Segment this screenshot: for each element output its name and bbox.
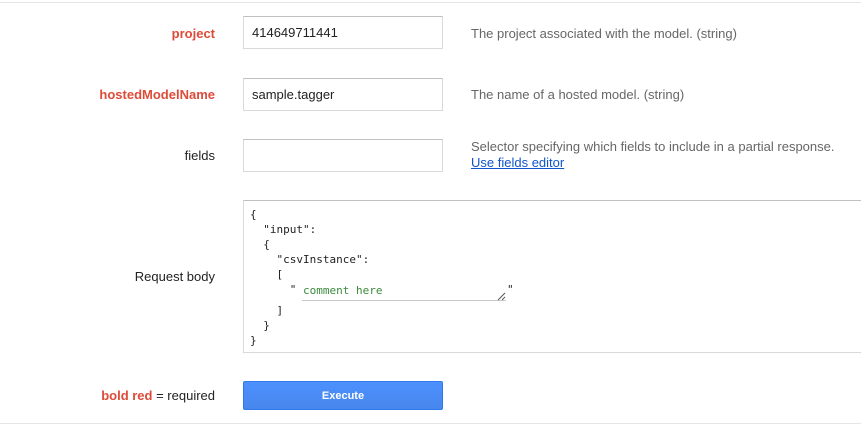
resize-grip-icon[interactable]	[496, 291, 506, 301]
fields-description-text: Selector specifying which fields to incl…	[471, 139, 835, 154]
project-description: The project associated with the model. (…	[471, 26, 737, 41]
use-fields-editor-link[interactable]: Use fields editor	[471, 155, 834, 171]
required-legend: bold red = required	[101, 388, 215, 403]
required-legend-text: = required	[152, 388, 215, 403]
fields-input[interactable]	[243, 139, 443, 172]
api-explorer-form: project The project associated with the …	[0, 0, 861, 425]
request-body-editor: { "input": { "csvInstance": [ " " ] } }	[243, 200, 861, 353]
hosted-model-name-input[interactable]	[243, 78, 443, 111]
code-line: "csvInstance":	[250, 253, 370, 266]
csv-instance-comment-input[interactable]	[302, 282, 506, 301]
hosted-model-name-label: hostedModelName	[99, 87, 215, 102]
code-line: {	[250, 208, 257, 221]
code-line: {	[250, 238, 270, 251]
request-body-label: Request body	[134, 269, 215, 284]
bottom-divider	[0, 423, 861, 424]
required-legend-bold-red: bold red	[101, 388, 153, 403]
code-line: "	[250, 283, 297, 296]
project-input[interactable]	[243, 16, 443, 49]
project-label: project	[171, 26, 215, 41]
execute-button[interactable]: Execute	[243, 381, 443, 410]
code-line: }	[250, 334, 257, 347]
code-line: "input":	[250, 223, 317, 236]
closing-quote: "	[507, 283, 514, 296]
fields-label: fields	[184, 148, 215, 163]
fields-description: Selector specifying which fields to incl…	[471, 139, 834, 171]
code-line: [	[250, 268, 284, 281]
code-line: ]	[250, 304, 284, 317]
hosted-model-name-description: The name of a hosted model. (string)	[471, 87, 685, 102]
top-divider	[0, 2, 861, 3]
code-line: }	[250, 319, 270, 332]
